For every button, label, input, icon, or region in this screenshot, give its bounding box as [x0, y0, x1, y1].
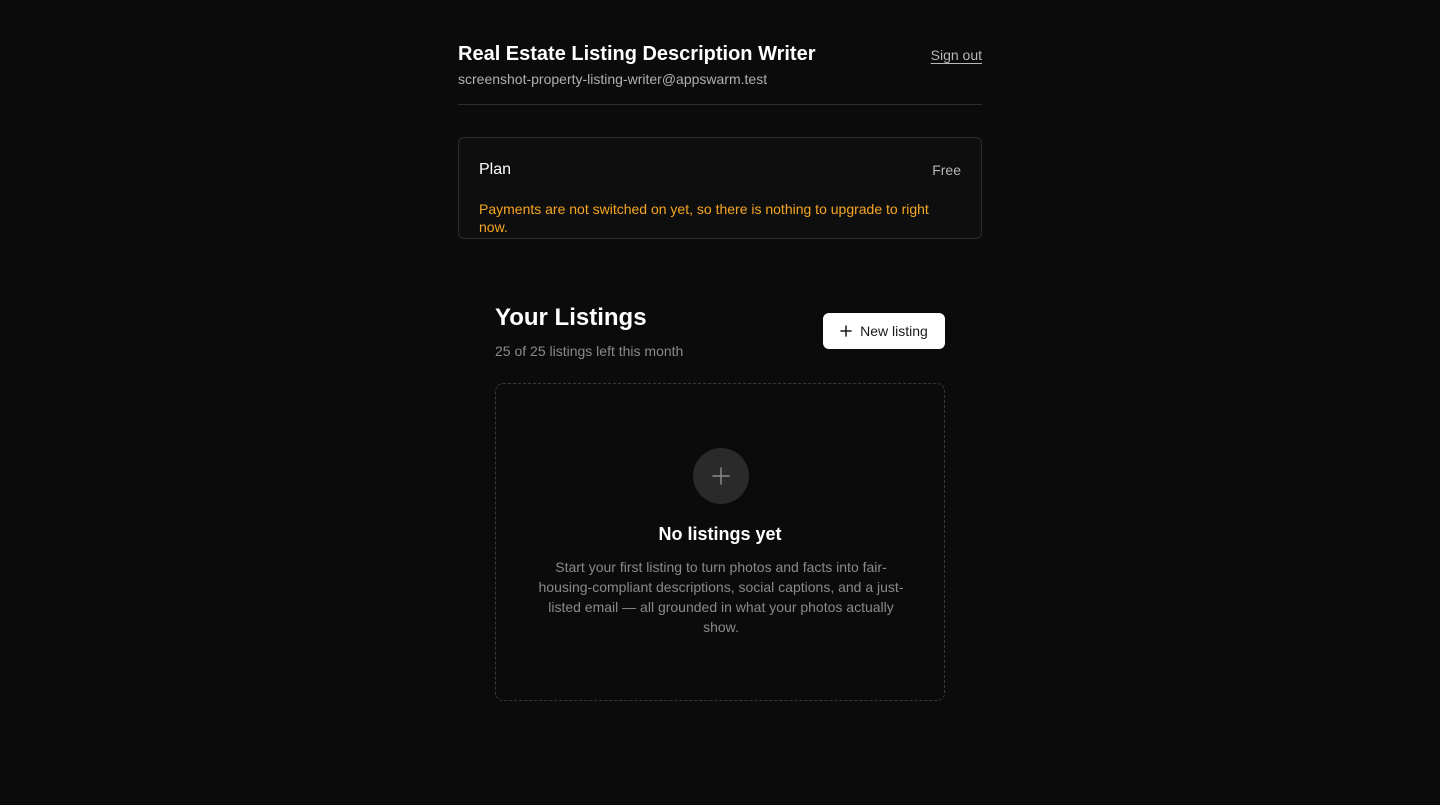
plan-label: Plan — [479, 161, 512, 178]
listings-section: Your Listings 25 of 25 listings left thi… — [495, 300, 945, 701]
sign-out-link[interactable]: Sign out — [931, 47, 982, 63]
page-container: Real Estate Listing Description Writer s… — [458, 0, 982, 239]
plus-icon — [840, 325, 852, 337]
payments-notice: Payments are not switched on yet, so the… — [479, 201, 929, 235]
empty-state: No listings yet Start your first listing… — [495, 383, 945, 701]
plan-card: Plan Free Payments are not switched on y… — [458, 137, 982, 239]
new-listing-label: New listing — [860, 323, 928, 339]
user-email: screenshot-property-listing-writer@appsw… — [458, 71, 768, 87]
header: Real Estate Listing Description Writer s… — [458, 0, 982, 105]
plan-value: Free — [932, 162, 961, 178]
empty-state-description: Start your first listing to turn photos … — [538, 559, 904, 635]
app-title: Real Estate Listing Description Writer — [458, 43, 816, 65]
new-listing-button[interactable]: New listing — [823, 313, 945, 349]
empty-state-title: No listings yet — [658, 524, 782, 544]
empty-state-plus-icon — [693, 448, 749, 504]
